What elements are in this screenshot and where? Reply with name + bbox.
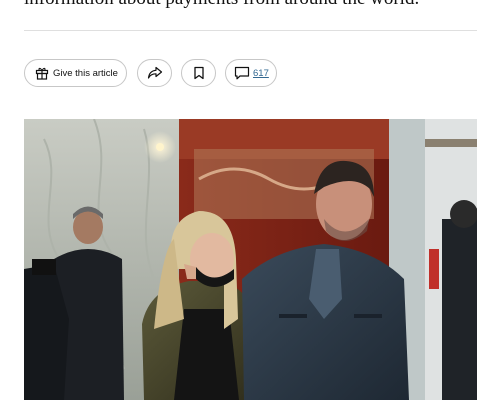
share-arrow-icon: [147, 66, 163, 80]
comment-count[interactable]: 617: [253, 68, 269, 79]
comments-button[interactable]: 617: [225, 59, 277, 87]
article-photo: [24, 119, 477, 400]
gift-icon: [35, 66, 49, 80]
article-share-toolbar: Give this article 617: [24, 58, 277, 88]
bookmark-icon: [193, 66, 205, 80]
divider: [24, 30, 477, 31]
comment-bubble-icon: [234, 66, 250, 80]
article-body-text: information about payments from around t…: [24, 0, 484, 12]
give-article-label: Give this article: [53, 67, 118, 79]
share-button[interactable]: [137, 59, 172, 87]
give-article-button[interactable]: Give this article: [24, 59, 127, 87]
save-button[interactable]: [181, 59, 216, 87]
